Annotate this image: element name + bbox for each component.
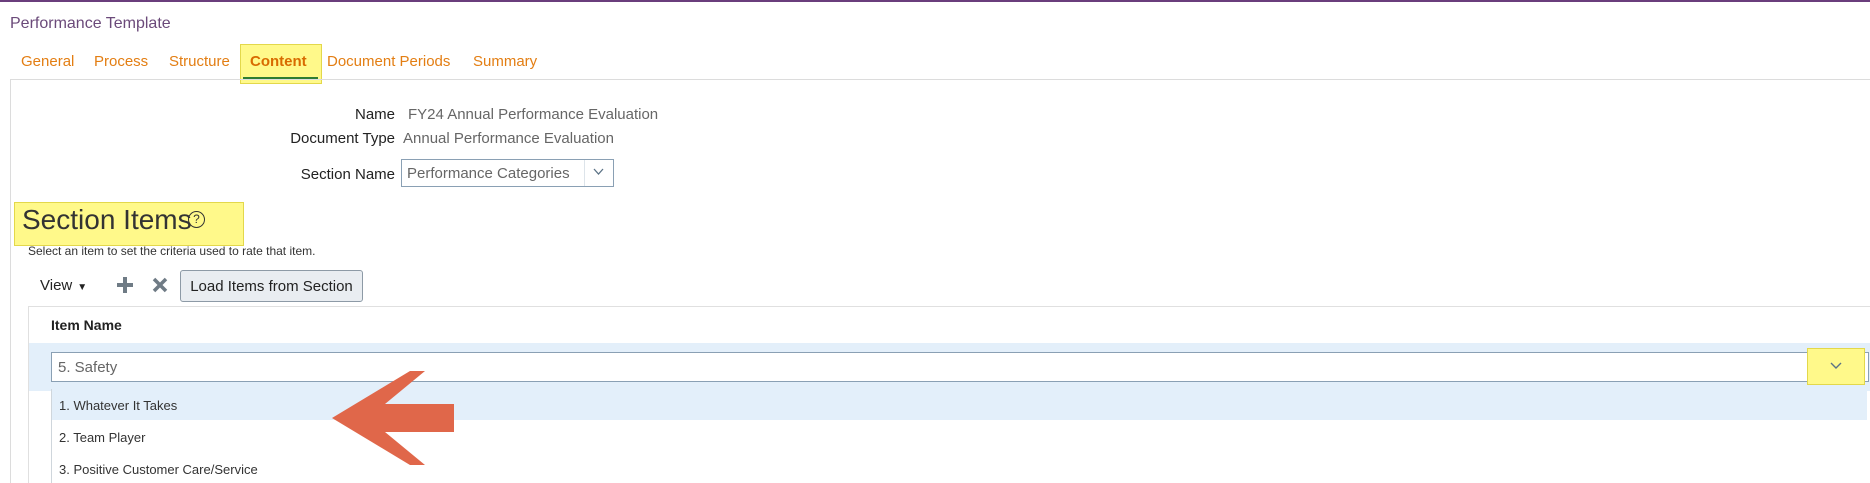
load-items-button[interactable]: Load Items from Section: [180, 270, 363, 302]
tab-content[interactable]: Content: [250, 53, 307, 70]
chevron-down-icon[interactable]: [584, 160, 613, 186]
tab-general[interactable]: General: [21, 53, 74, 70]
tab-document-periods[interactable]: Document Periods: [327, 53, 450, 70]
plus-icon[interactable]: [114, 274, 136, 296]
name-value: FY24 Annual Performance Evaluation: [408, 106, 659, 123]
section-items-title: Section Items: [22, 204, 192, 235]
item-name-combobox[interactable]: 5. Safety: [51, 352, 1869, 382]
x-icon[interactable]: [149, 274, 171, 296]
option-label: 2. Team Player: [59, 430, 146, 445]
view-menu-label: View: [40, 277, 73, 294]
item-dropdown-list: 1. Whatever It Takes 2. Team Player 3. P…: [51, 389, 1867, 483]
section-name-value: Performance Categories: [407, 165, 570, 182]
annotation-arrow-icon: [332, 371, 454, 465]
chevron-down-icon: [1830, 362, 1842, 369]
list-item[interactable]: 3. Positive Customer Care/Service: [52, 453, 1867, 483]
help-circle-icon[interactable]: ?: [188, 211, 205, 228]
page-title: Performance Template: [10, 15, 171, 32]
caret-down-icon: ▼: [77, 282, 88, 293]
option-label: 1. Whatever It Takes: [59, 398, 178, 413]
list-item[interactable]: 1. Whatever It Takes: [52, 389, 1867, 420]
top-border: [0, 0, 1870, 2]
item-name-value: 5. Safety: [58, 359, 118, 376]
tab-summary[interactable]: Summary: [473, 53, 537, 70]
section-items-hint: Select an item to set the criteria used …: [28, 244, 316, 258]
option-label: 3. Positive Customer Care/Service: [59, 462, 258, 477]
section-name-label: Section Name: [300, 166, 395, 183]
name-label: Name: [354, 106, 395, 123]
column-header-item-name[interactable]: Item Name: [51, 317, 122, 333]
combobox-chevron-highlight[interactable]: [1807, 348, 1865, 385]
section-name-select[interactable]: Performance Categories: [401, 159, 614, 187]
tab-process[interactable]: Process: [94, 53, 148, 70]
document-type-label: Document Type: [290, 130, 395, 147]
document-type-value: Annual Performance Evaluation: [403, 130, 614, 147]
view-menu[interactable]: View ▼: [40, 277, 87, 294]
list-item[interactable]: 2. Team Player: [52, 421, 1867, 452]
tab-structure[interactable]: Structure: [169, 53, 230, 70]
